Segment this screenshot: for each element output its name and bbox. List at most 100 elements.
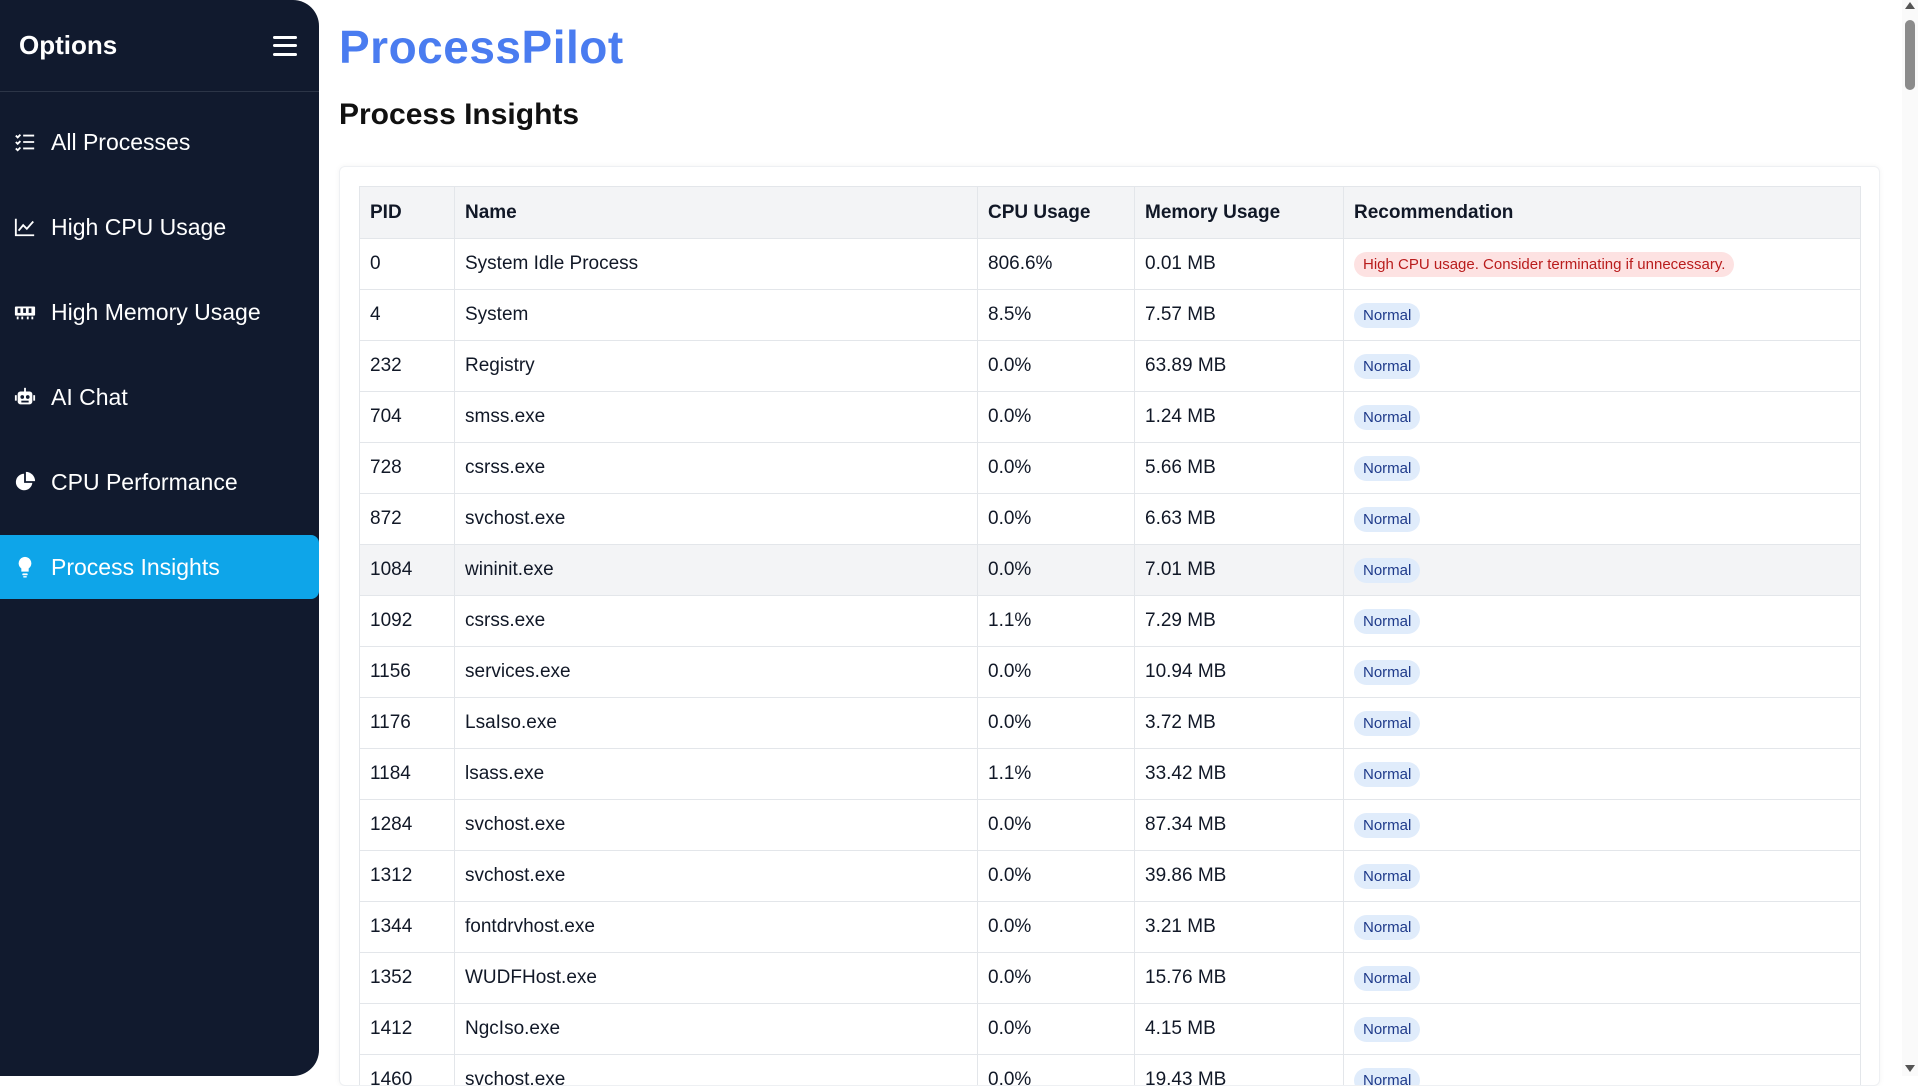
cell-recommendation: High CPU usage. Consider terminating if … — [1344, 239, 1861, 290]
cell-memory: 3.21 MB — [1135, 902, 1344, 953]
cell-pid: 1412 — [360, 1004, 455, 1055]
table-row[interactable]: 1092csrss.exe1.1%7.29 MB Normal — [360, 596, 1861, 647]
cell-name: System Idle Process — [455, 239, 978, 290]
table-row[interactable]: 872svchost.exe0.0%6.63 MBNormal — [360, 494, 1861, 545]
scroll-down-arrow-icon[interactable] — [1905, 1065, 1915, 1072]
cell-memory: 19.43 MB — [1135, 1055, 1344, 1086]
cell-memory: 33.42 MB — [1135, 749, 1344, 800]
cell-memory: 7.57 MB — [1135, 290, 1344, 341]
cell-cpu: 0.0% — [978, 494, 1135, 545]
table-row[interactable]: 1284svchost.exe0.0%87.34 MBNormal — [360, 800, 1861, 851]
header-recommendation: Recommendation — [1344, 187, 1861, 239]
table-row[interactable]: 728csrss.exe0.0%5.66 MBNormal — [360, 443, 1861, 494]
cell-pid: 1176 — [360, 698, 455, 749]
cell-pid: 0 — [360, 239, 455, 290]
scroll-thumb[interactable] — [1905, 20, 1915, 90]
sidebar-item-label: High CPU Usage — [51, 214, 226, 241]
cell-name: LsaIso.exe — [455, 698, 978, 749]
status-badge: Normal — [1354, 711, 1420, 736]
sidebar-item-label: AI Chat — [51, 384, 128, 411]
cell-memory: 0.01 MB — [1135, 239, 1344, 290]
cell-pid: 872 — [360, 494, 455, 545]
cell-name: svchost.exe — [455, 851, 978, 902]
cell-recommendation: Normal — [1344, 392, 1861, 443]
robot-icon — [13, 385, 37, 409]
cell-cpu: 0.0% — [978, 953, 1135, 1004]
cell-recommendation: Normal — [1344, 1004, 1861, 1055]
cell-memory: 4.15 MB — [1135, 1004, 1344, 1055]
cell-cpu: 0.0% — [978, 698, 1135, 749]
status-badge: Normal — [1354, 1017, 1420, 1042]
table-row[interactable]: 1184lsass.exe1.1%33.42 MBNormal — [360, 749, 1861, 800]
cell-pid: 1092 — [360, 596, 455, 647]
table-row[interactable]: 1352WUDFHost.exe0.0%15.76 MBNormal — [360, 953, 1861, 1004]
cell-memory: 7.29 MB — [1135, 596, 1344, 647]
cell-pid: 4 — [360, 290, 455, 341]
cell-memory: 15.76 MB — [1135, 953, 1344, 1004]
sidebar-item-high-memory[interactable]: High Memory Usage — [0, 280, 319, 344]
cell-recommendation: Normal — [1344, 494, 1861, 545]
cell-memory: 87.34 MB — [1135, 800, 1344, 851]
cell-pid: 1156 — [360, 647, 455, 698]
status-badge: Normal — [1354, 558, 1420, 583]
scroll-up-arrow-icon[interactable] — [1905, 2, 1915, 9]
table-row[interactable]: 704smss.exe0.0%1.24 MBNormal — [360, 392, 1861, 443]
cell-memory: 7.01 MB — [1135, 545, 1344, 596]
table-row[interactable]: 1344fontdrvhost.exe0.0%3.21 MBNormal — [360, 902, 1861, 953]
cell-memory: 39.86 MB — [1135, 851, 1344, 902]
sidebar-item-high-cpu[interactable]: High CPU Usage — [0, 195, 319, 259]
cell-recommendation: Normal — [1344, 902, 1861, 953]
cell-pid: 728 — [360, 443, 455, 494]
process-table: PID Name CPU Usage Memory Usage Recommen… — [359, 186, 1861, 1086]
status-badge: Normal — [1354, 915, 1420, 940]
cell-pid: 1312 — [360, 851, 455, 902]
cell-pid: 1084 — [360, 545, 455, 596]
cell-recommendation: Normal — [1344, 851, 1861, 902]
cell-recommendation: Normal — [1344, 443, 1861, 494]
table-row[interactable]: 232Registry0.0%63.89 MBNormal — [360, 341, 1861, 392]
cell-name: svchost.exe — [455, 800, 978, 851]
table-row[interactable]: 1156services.exe0.0%10.94 MBNormal — [360, 647, 1861, 698]
pie-chart-icon — [13, 470, 37, 494]
sidebar-header: Options — [0, 0, 319, 92]
cell-pid: 1352 — [360, 953, 455, 1004]
sidebar-item-ai-chat[interactable]: AI Chat — [0, 365, 319, 429]
cell-name: services.exe — [455, 647, 978, 698]
table-row[interactable]: 4System8.5%7.57 MBNormal — [360, 290, 1861, 341]
menu-toggle-icon[interactable] — [273, 36, 297, 56]
sidebar-nav: All Processes High CPU Usage High Memory… — [0, 92, 319, 599]
cell-name: wininit.exe — [455, 545, 978, 596]
table-row[interactable]: 1412NgcIso.exe0.0%4.15 MBNormal — [360, 1004, 1861, 1055]
cell-name: NgcIso.exe — [455, 1004, 978, 1055]
cell-cpu: 0.0% — [978, 545, 1135, 596]
table-row[interactable]: 1176LsaIso.exe0.0%3.72 MBNormal — [360, 698, 1861, 749]
cell-name: csrss.exe — [455, 596, 978, 647]
cell-name: lsass.exe — [455, 749, 978, 800]
cell-name: Registry — [455, 341, 978, 392]
table-row[interactable]: 1460svchost.exe0.0%19.43 MBNormal — [360, 1055, 1861, 1086]
vertical-scrollbar[interactable] — [1902, 0, 1918, 1076]
cell-recommendation: Normal — [1344, 647, 1861, 698]
cell-recommendation: Normal — [1344, 545, 1861, 596]
cell-name: smss.exe — [455, 392, 978, 443]
sidebar-item-label: All Processes — [51, 129, 190, 156]
cell-recommendation: Normal — [1344, 698, 1861, 749]
table-row[interactable]: 0System Idle Process806.6%0.01 MBHigh CP… — [360, 239, 1861, 290]
memory-icon — [13, 300, 37, 324]
sidebar-item-all-processes[interactable]: All Processes — [0, 110, 319, 174]
cell-cpu: 0.0% — [978, 392, 1135, 443]
status-badge: Normal — [1354, 405, 1420, 430]
cell-cpu: 1.1% — [978, 596, 1135, 647]
sidebar-item-process-insights[interactable]: Process Insights — [0, 535, 319, 599]
table-row[interactable]: 1312svchost.exe0.0%39.86 MBNormal — [360, 851, 1861, 902]
sidebar-item-cpu-performance[interactable]: CPU Performance — [0, 450, 319, 514]
table-row[interactable]: 1084wininit.exe0.0%7.01 MB Normal — [360, 545, 1861, 596]
lightbulb-icon — [13, 555, 37, 579]
sidebar: Options All Processes High CPU Usage Hig… — [0, 0, 319, 1076]
list-check-icon — [13, 130, 37, 154]
status-badge: Normal — [1354, 609, 1420, 634]
cell-recommendation: Normal — [1344, 800, 1861, 851]
page-title: Process Insights — [339, 98, 1878, 132]
cell-name: fontdrvhost.exe — [455, 902, 978, 953]
cell-recommendation: Normal — [1344, 749, 1861, 800]
